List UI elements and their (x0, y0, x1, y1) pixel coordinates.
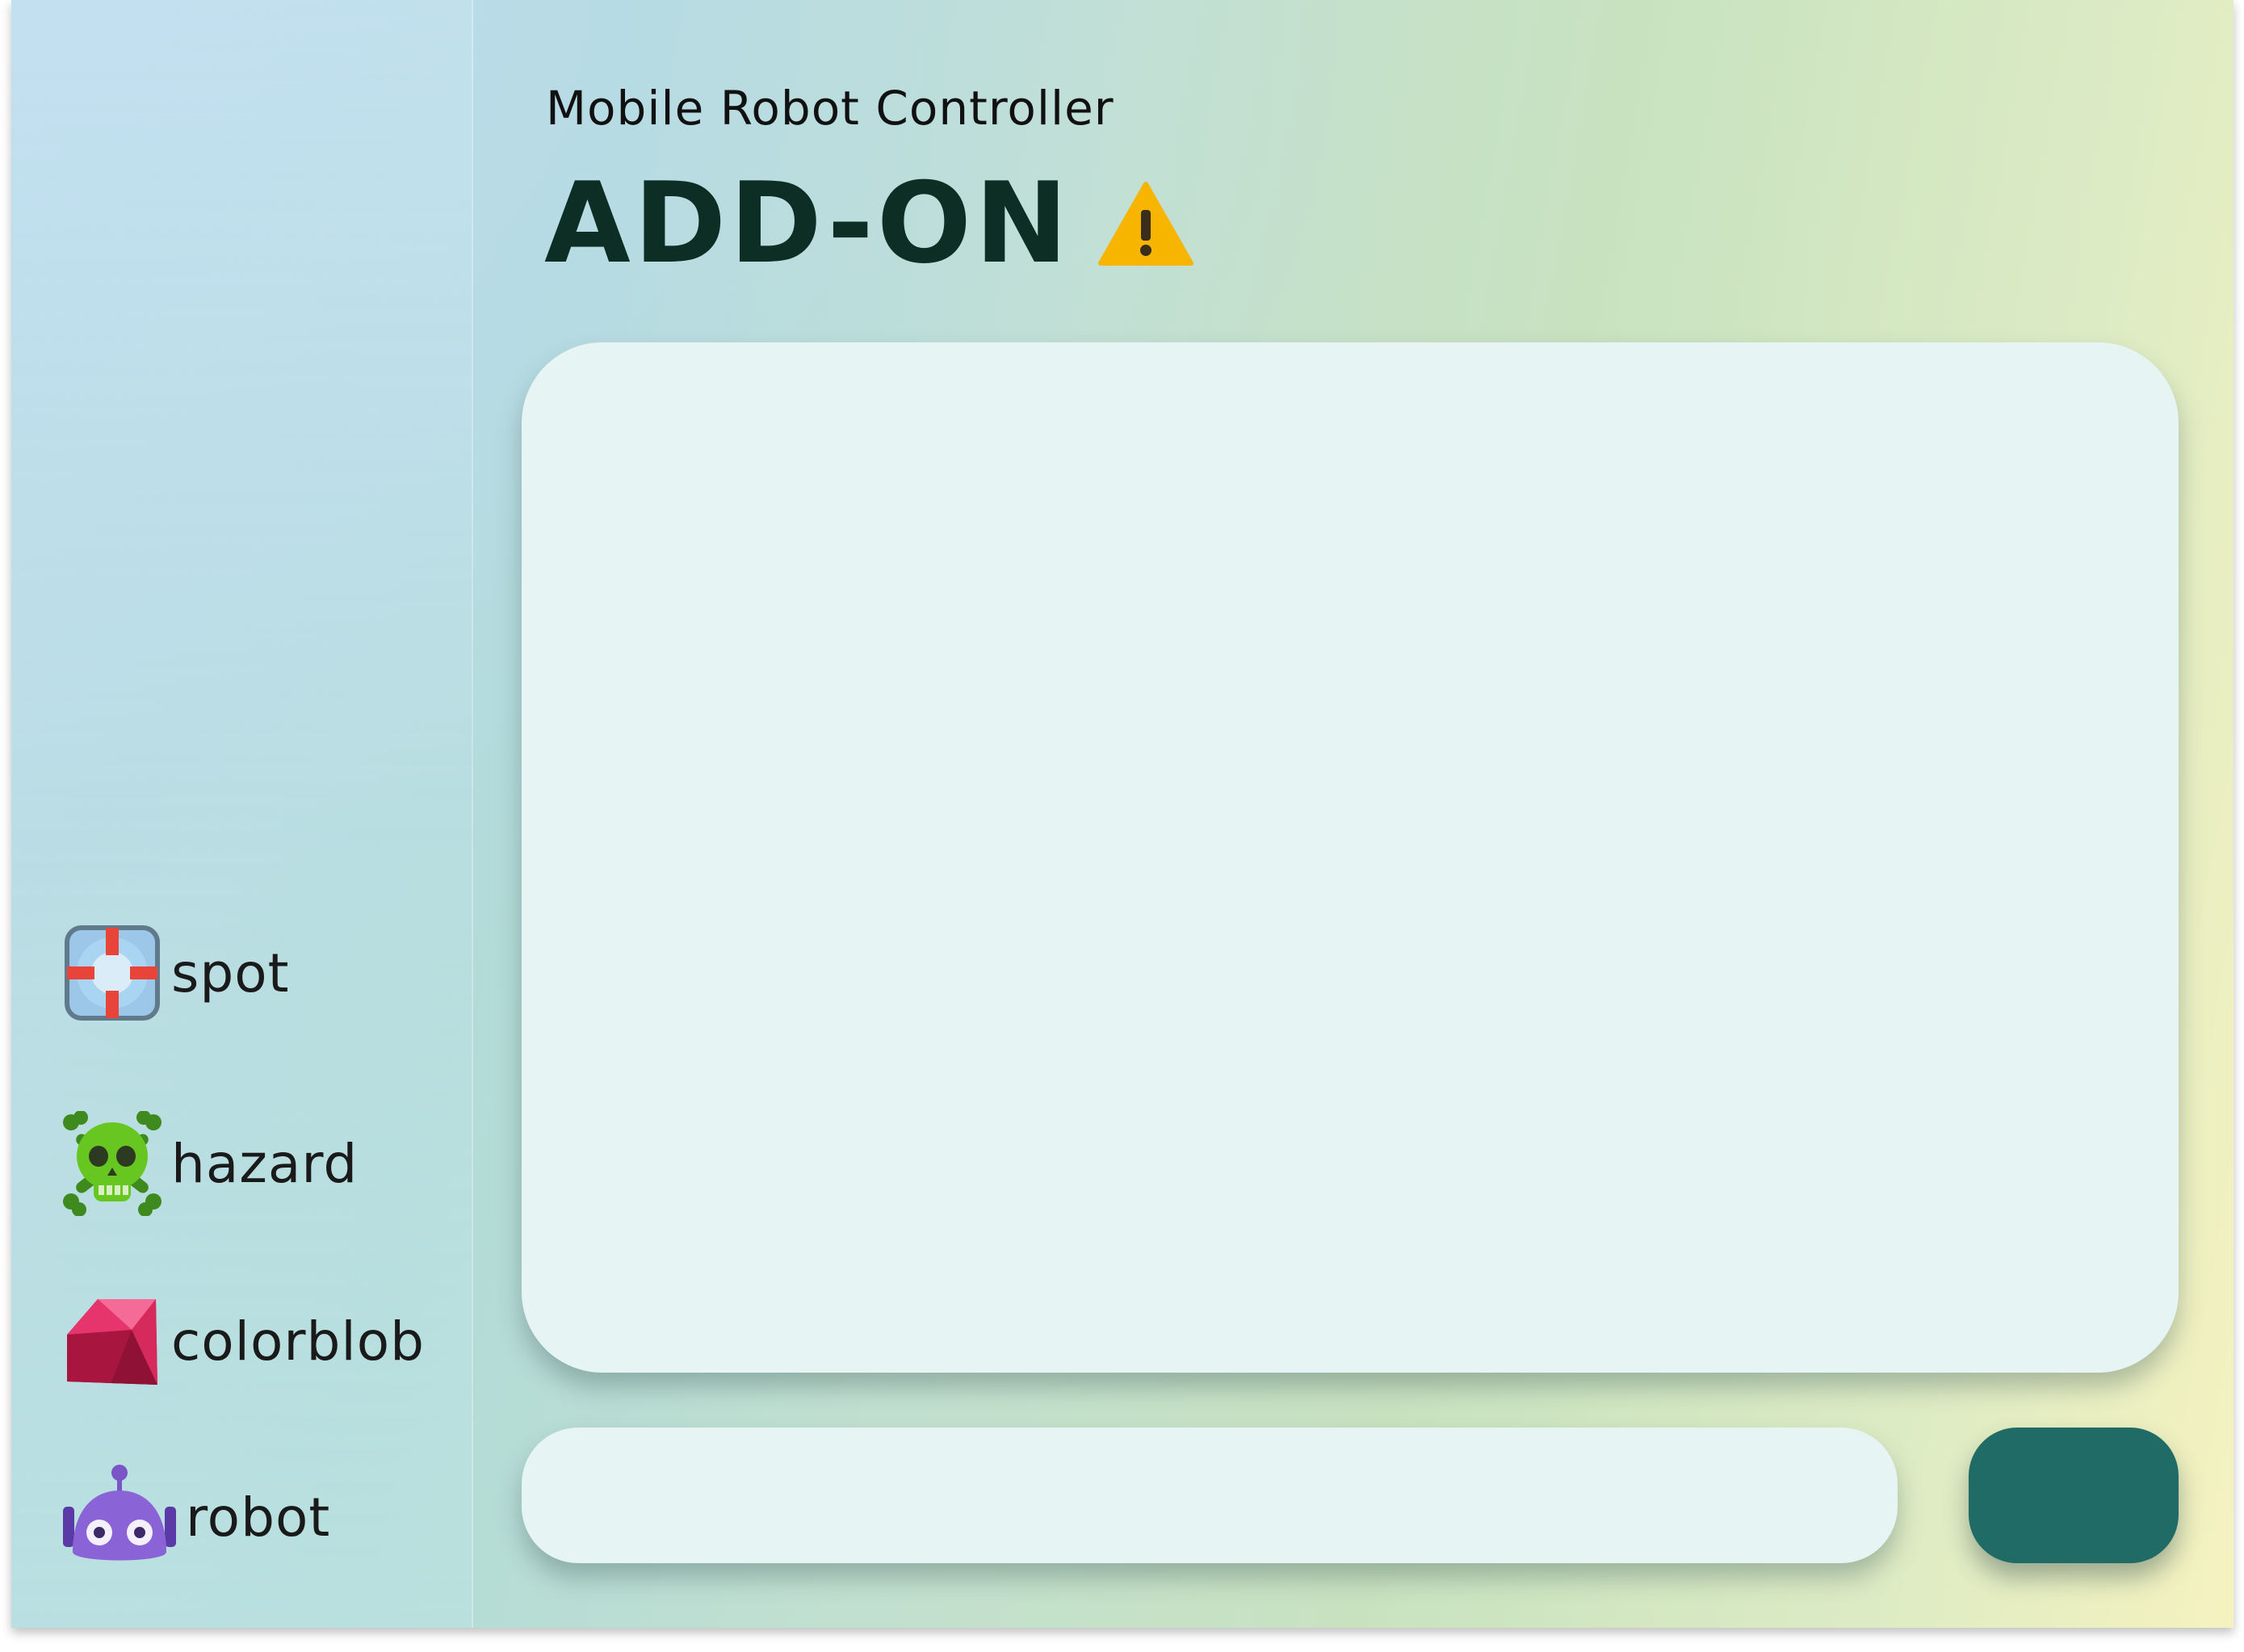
chat-panel (522, 342, 2179, 1373)
sidebar-item-colorblob[interactable]: colorblob (60, 1289, 425, 1394)
warning-icon (1097, 179, 1194, 268)
title-row: ADD-ON (544, 168, 1194, 279)
app-window: spot hazard colorblob robot Mobile Robot… (11, 0, 2234, 1628)
app-subtitle: Mobile Robot Controller (546, 81, 1114, 136)
sidebar: spot hazard colorblob robot (11, 0, 473, 1628)
sidebar-item-hazard[interactable]: hazard (60, 1111, 358, 1216)
send-button[interactable] (1969, 1428, 2179, 1563)
gem-icon (60, 1289, 165, 1394)
lifebuoy-icon (60, 920, 165, 1025)
message-input[interactable] (522, 1428, 1898, 1563)
sidebar-item-label: spot (171, 941, 290, 1004)
sidebar-item-label: robot (186, 1486, 331, 1549)
sidebar-item-robot[interactable]: robot (60, 1465, 330, 1570)
sidebar-item-label: hazard (171, 1132, 359, 1195)
sidebar-item-label: colorblob (171, 1310, 426, 1373)
sidebar-item-spot[interactable]: spot (60, 920, 290, 1025)
robot-icon (60, 1465, 179, 1570)
skull-crossbones-icon (60, 1111, 165, 1216)
page-title: ADD-ON (544, 158, 1072, 288)
